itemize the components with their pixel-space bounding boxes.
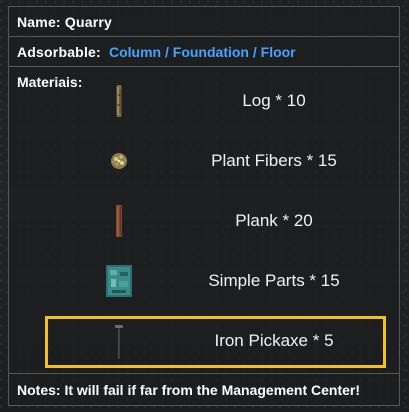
material-label: Simple Parts * 15 (208, 271, 340, 290)
simple-parts-icon (106, 265, 132, 297)
material-item-log: Log * 10 (9, 83, 401, 119)
name-label-text: Name: (17, 14, 61, 30)
name-label: Name: Quarry (17, 15, 112, 29)
name-row: Name: Quarry (8, 6, 400, 37)
material-label: Plank * 20 (235, 211, 313, 230)
highlighted-material-frame (45, 316, 386, 368)
adsorbable-label: Adsorbable: (17, 44, 101, 60)
plant-fibers-icon (111, 153, 127, 169)
material-item-simple-parts: Simple Parts * 15 (9, 263, 401, 299)
material-label: Log * 10 (242, 91, 306, 110)
name-value: Quarry (64, 14, 113, 30)
material-item-plant-fibers: Plant Fibers * 15 (9, 143, 401, 179)
item-info-panel: Name: Quarry Adsorbable: Column / Founda… (0, 0, 409, 412)
plank-icon (116, 205, 122, 237)
notes-text: Notes: It will fail if far from the Mana… (17, 382, 361, 398)
adsorbable-value: Column / Foundation / Floor (109, 44, 296, 60)
materials-section: Materiais: Log * 10 Plant Fibers * 15 Pl… (8, 66, 400, 374)
adsorbable-row: Adsorbable: Column / Foundation / Floor (8, 36, 400, 67)
material-item-plank: Plank * 20 (9, 203, 401, 239)
log-icon (116, 85, 122, 117)
material-label: Plant Fibers * 15 (211, 151, 337, 170)
notes-row: Notes: It will fail if far from the Mana… (8, 373, 400, 406)
